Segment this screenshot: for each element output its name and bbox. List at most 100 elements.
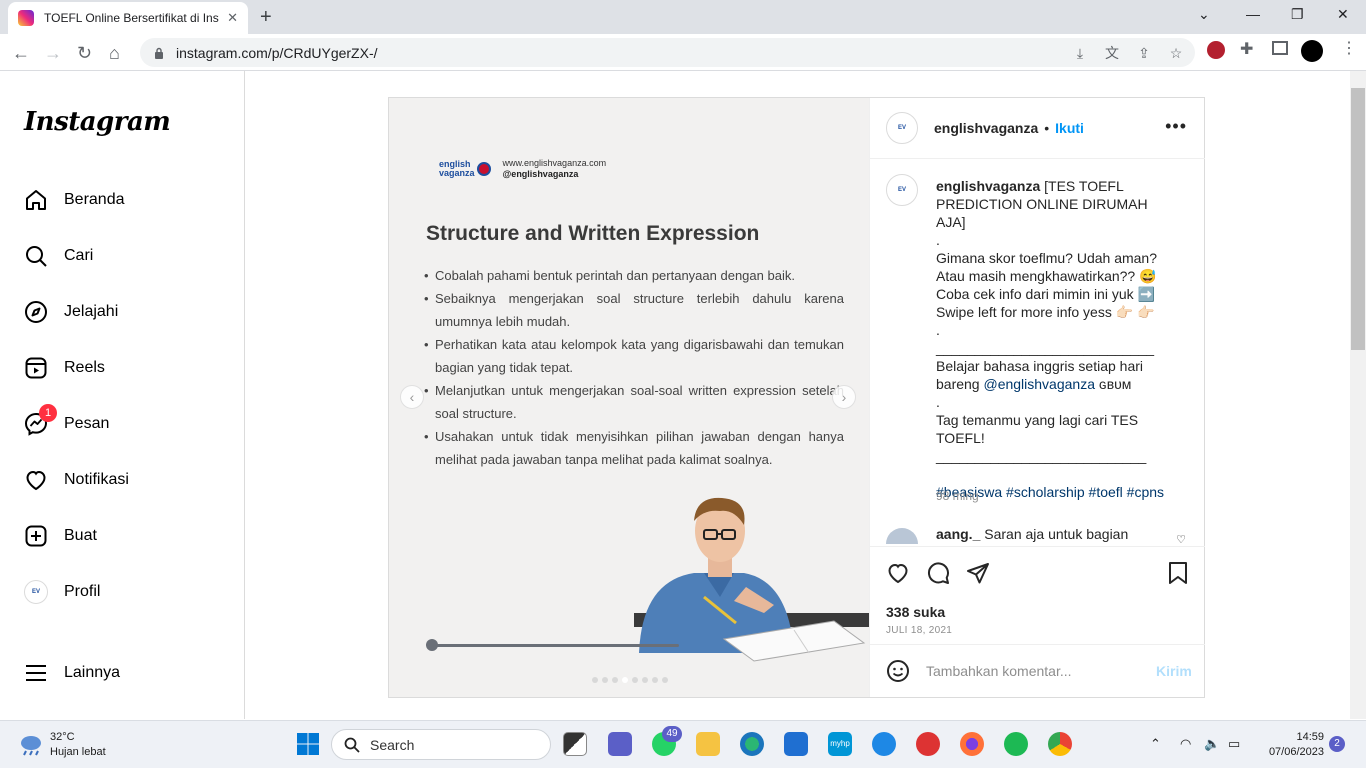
forward-icon[interactable]: → [44,43,62,64]
close-window-button[interactable]: ✕ [1337,6,1349,23]
taskbar-search-icon [344,737,360,753]
comment-like-icon[interactable]: ♡ [1176,533,1186,544]
notification-count-badge[interactable]: 2 [1329,736,1345,752]
slide-bullet: Perhatikan kata atau kelompok kata yang … [424,333,844,379]
comment-bubble-icon[interactable] [926,561,950,585]
student-writing-illustration [634,497,869,662]
show-hidden-icons-icon[interactable]: ⌃ [1150,736,1161,752]
instagram-sidebar: Instagram Beranda Cari Jelajahi Reels 1 … [0,71,245,719]
sidebar-item-reels[interactable]: Reels [24,354,105,382]
unread-badge: 1 [39,404,57,422]
sidebar-item-notifikasi[interactable]: Notifikasi [24,466,129,494]
extension-red-icon[interactable] [1207,41,1225,59]
game-app-icon[interactable] [916,732,940,756]
comment-text: Saran aja untuk bagian [980,526,1129,542]
sidebar-item-profil[interactable]: EV Profil [24,578,100,606]
taskbar-clock[interactable]: 14:59 07/06/2023 [1262,730,1324,760]
caption-line: ____________________________ [936,340,1155,356]
brand-handle: @englishvaganza [502,169,579,179]
rain-cloud-icon [21,736,41,756]
home-button-icon[interactable]: ⌂ [109,43,120,64]
more-options-icon[interactable]: ••• [1165,116,1187,137]
likes-count[interactable]: 338 suka [886,604,945,620]
carousel-dot [612,677,618,683]
caption-avatar[interactable]: EV [886,174,918,206]
taskbar-search-box[interactable]: Search [331,729,551,760]
reload-icon[interactable]: ↻ [77,43,92,64]
commenter-username[interactable]: aang._ [936,526,980,542]
wifi-icon[interactable]: ◠ [1180,736,1191,752]
like-heart-icon[interactable] [886,561,910,585]
teams-chat-icon[interactable] [608,732,632,756]
back-icon[interactable]: ← [12,43,30,64]
minimize-button[interactable]: — [1246,6,1260,22]
slide-bullet: Melanjutkan untuk mengerjakan soal-soal … [424,379,844,425]
new-tab-button[interactable]: + [260,6,272,29]
file-explorer-icon[interactable] [696,732,720,756]
add-comment-bar: Tambahkan komentar... Kirim [870,644,1205,697]
edge-browser-icon[interactable] [740,732,764,756]
carousel-next-button[interactable]: › [832,385,856,409]
address-bar[interactable]: instagram.com/p/CRdUYgerZX-/ ⤓ 文 ⇪ ☆ [140,38,1195,67]
sidebar-item-beranda[interactable]: Beranda [24,186,125,214]
myhp-icon[interactable]: myhp [828,732,852,756]
sidebar-item-lainnya[interactable]: Lainnya [24,659,120,687]
caption-username[interactable]: englishvaganza [936,178,1040,194]
chrome-icon[interactable] [1048,732,1072,756]
comment-input[interactable]: Tambahkan komentar... [926,663,1156,679]
share-paper-plane-icon[interactable] [966,561,990,585]
slide-bullet: Cobalah pahami bentuk perintah dan perta… [424,264,844,287]
caption-mention-link[interactable]: @englishvaganza [983,376,1095,392]
caption-line: Swipe left for more info yess 👉🏻 👉🏻 [936,304,1155,320]
translate-icon[interactable]: 文 [1103,44,1121,62]
weather-temperature: 32°C [50,731,75,743]
slide-bullet-list: Cobalah pahami bentuk perintah dan perta… [424,264,844,471]
microsoft-store-icon[interactable] [784,732,808,756]
scrollbar-thumb[interactable] [1351,88,1365,350]
sidebar-item-buat[interactable]: Buat [24,522,97,550]
caption-timestamp: 98 ming [936,489,979,503]
profile-avatar-icon[interactable] [1301,40,1323,62]
share-icon[interactable]: ⇪ [1135,44,1153,62]
help-icon[interactable] [872,732,896,756]
maximize-button[interactable]: ❐ [1291,6,1304,23]
sidebar-item-cari[interactable]: Cari [24,242,93,270]
task-view-icon[interactable] [563,732,587,756]
author-username[interactable]: englishvaganza [934,120,1038,136]
instagram-logo[interactable]: Instagram [24,107,171,137]
firefox-icon[interactable] [960,732,984,756]
windows-start-icon[interactable] [296,732,320,756]
volume-icon[interactable]: 🔈 [1204,736,1220,752]
chrome-menu-icon[interactable]: ⋮ [1341,38,1357,58]
save-bookmark-icon[interactable] [1167,561,1189,585]
browser-tab[interactable]: TOEFL Online Bersertifikat di Insta ✕ [8,2,248,34]
extensions-puzzle-icon[interactable]: ✚ [1240,39,1253,59]
sidebar-item-jelajahi[interactable]: Jelajahi [24,298,118,326]
plus-square-icon [25,525,47,547]
uk-flag-icon [476,162,491,176]
install-app-icon[interactable]: ⤓ [1071,44,1089,62]
caption-line: Gimana skor toeflmu? Udah aman? [936,250,1157,266]
caption-line: Tag temanmu yang lagi cari TES TOEFL! [936,412,1142,446]
heart-icon [26,470,46,491]
sidebar-item-label: Reels [64,359,105,376]
weather-widget[interactable]: 32°C Hujan lebat [18,730,106,760]
bookmark-star-icon[interactable]: ☆ [1167,44,1185,62]
emoji-icon[interactable] [886,659,910,683]
post-comment-button[interactable]: Kirim [1156,663,1192,679]
spotify-icon[interactable] [1004,732,1028,756]
sidebar-item-pesan[interactable]: 1 Pesan [24,404,109,438]
commenter-avatar[interactable] [886,528,918,544]
carousel-prev-button[interactable]: ‹ [400,385,424,409]
caption-line: . [936,232,940,248]
carousel-dot [592,677,598,683]
close-tab-icon[interactable]: ✕ [227,10,238,26]
compass-icon [25,301,47,323]
brand-logo-bottom: vaganza [439,168,475,178]
post-media-slide[interactable]: english vaganza www.englishvaganza.com @… [389,98,869,697]
author-avatar[interactable]: EV [886,112,918,144]
follow-button[interactable]: Ikuti [1055,120,1084,136]
battery-icon[interactable]: ▭ [1228,736,1240,752]
tab-search-icon[interactable]: ⌄ [1198,6,1210,23]
side-panel-icon[interactable] [1272,41,1288,55]
